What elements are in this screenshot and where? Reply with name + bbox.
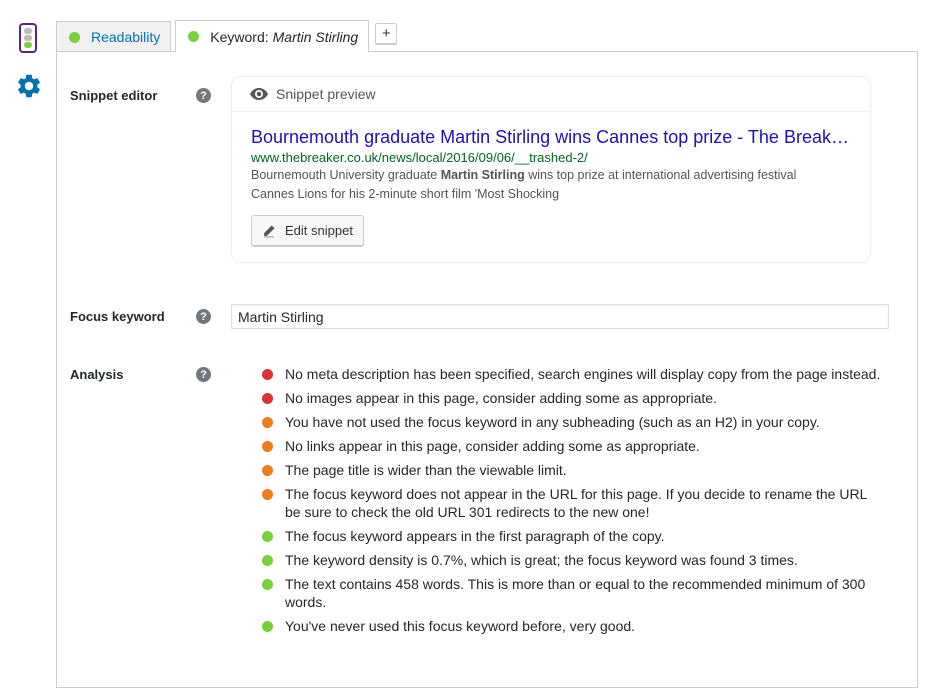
analysis-item-text: The focus keyword appears in the first p…: [285, 528, 665, 544]
analysis-item: No meta description has been specified, …: [262, 365, 882, 383]
analysis-item-text: The focus keyword does not appear in the…: [285, 486, 867, 520]
status-bad-icon: [262, 393, 273, 404]
status-good-icon: [262, 621, 273, 632]
gear-icon[interactable]: [15, 72, 43, 100]
analysis-item-text: The keyword density is 0.7%, which is gr…: [285, 552, 798, 568]
status-good-icon: [262, 579, 273, 590]
status-ok-icon: [262, 441, 273, 452]
snippet-preview-heading: Snippet preview: [276, 86, 376, 102]
status-good-icon: [262, 555, 273, 566]
tab-readability[interactable]: Readability: [56, 21, 172, 52]
status-bad-icon: [262, 369, 273, 380]
analysis-item: The keyword density is 0.7%, which is gr…: [262, 551, 882, 569]
status-good-icon: [69, 31, 80, 43]
snippet-preview-header: Snippet preview: [232, 77, 870, 112]
tab-keyword-value: Martin Stirling: [272, 28, 359, 45]
analysis-item: You've never used this focus keyword bef…: [262, 617, 882, 635]
snippet-preview: Snippet preview Bournemouth graduate Mar…: [231, 76, 871, 263]
analysis-results: No meta description has been specified, …: [262, 365, 882, 641]
status-good-icon: [262, 531, 273, 542]
snippet-description-keyword: Martin Stirling: [440, 168, 525, 182]
analysis-item-text: No links appear in this page, consider a…: [285, 438, 700, 454]
analysis-item: The focus keyword appears in the first p…: [262, 527, 882, 545]
snippet-description: Bournemouth University graduate Martin S…: [251, 166, 841, 204]
analysis-item-text: The text contains 458 words. This is mor…: [285, 576, 866, 610]
analysis-item-text: No images appear in this page, consider …: [285, 390, 717, 406]
analysis-item: The focus keyword does not appear in the…: [262, 485, 882, 521]
tab-keyword-label: Keyword:: [210, 28, 269, 45]
focus-keyword-input[interactable]: [231, 304, 889, 329]
analysis-item-text: You have not used the focus keyword in a…: [285, 414, 820, 430]
edit-snippet-label: Edit snippet: [285, 223, 353, 238]
help-icon[interactable]: ?: [196, 88, 211, 103]
snippet-title[interactable]: Bournemouth graduate Martin Stirling win…: [251, 127, 861, 148]
analysis-item-text: The page title is wider than the viewabl…: [285, 462, 567, 478]
analysis-label: Analysis: [70, 367, 124, 382]
tab-bar: Readability Keyword: Martin Stirling +: [56, 20, 398, 52]
seo-panel: Snippet editor ? Snippet preview Bournem…: [56, 51, 918, 688]
snippet-editor-label: Snippet editor: [70, 88, 158, 103]
status-ok-icon: [262, 489, 273, 500]
help-icon[interactable]: ?: [196, 367, 211, 382]
status-ok-icon: [262, 417, 273, 428]
traffic-light-dot: [24, 27, 32, 34]
snippet-description-text: Bournemouth University graduate: [251, 168, 441, 182]
status-ok-icon: [262, 465, 273, 476]
analysis-item-text: You've never used this focus keyword bef…: [285, 618, 636, 634]
help-icon[interactable]: ?: [196, 309, 211, 324]
traffic-light-icon[interactable]: [19, 23, 37, 53]
analysis-item: The page title is wider than the viewabl…: [262, 461, 882, 479]
traffic-light-dot-active: [24, 42, 32, 49]
status-good-icon: [188, 31, 200, 42]
analysis-item: No links appear in this page, consider a…: [262, 437, 882, 455]
add-keyword-button[interactable]: +: [375, 23, 398, 44]
eye-icon: [250, 88, 268, 100]
analysis-item: No images appear in this page, consider …: [262, 389, 882, 407]
analysis-item: The text contains 458 words. This is mor…: [262, 575, 882, 611]
traffic-light-dot: [24, 34, 32, 41]
analysis-item-text: No meta description has been specified, …: [285, 366, 881, 382]
edit-snippet-button[interactable]: Edit snippet: [251, 215, 364, 246]
tab-keyword[interactable]: Keyword: Martin Stirling: [175, 20, 370, 52]
analysis-item: You have not used the focus keyword in a…: [262, 413, 882, 431]
tab-readability-label: Readability: [91, 29, 161, 45]
focus-keyword-label: Focus keyword: [70, 309, 165, 324]
snippet-url: www.thebreaker.co.uk/news/local/2016/09/…: [251, 150, 588, 165]
pencil-icon: [264, 224, 275, 237]
